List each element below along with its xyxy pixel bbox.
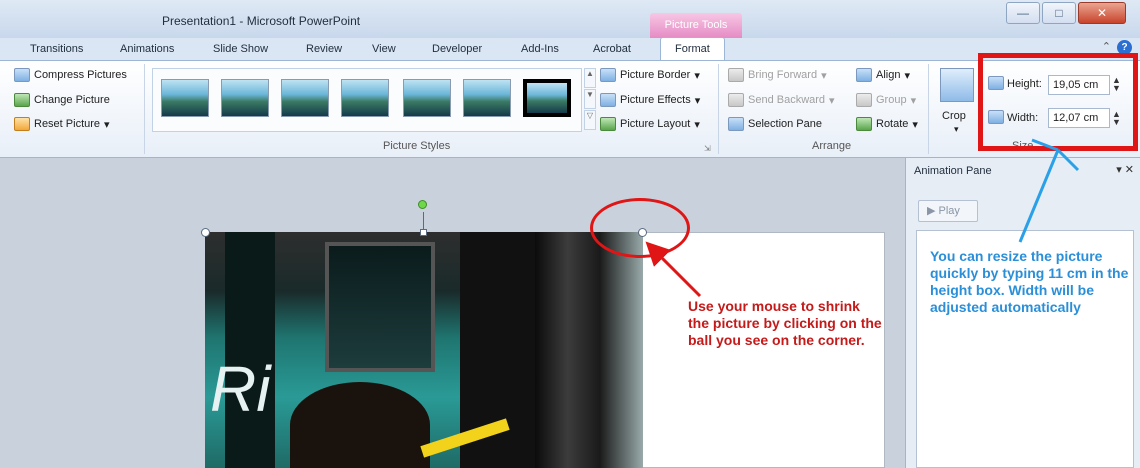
picture-layout-button[interactable]: Picture Layout ▾ bbox=[600, 117, 700, 131]
rotation-handle[interactable] bbox=[418, 200, 427, 209]
arrange-group-label: Arrange bbox=[812, 140, 852, 152]
tab-developer[interactable]: Developer bbox=[432, 38, 482, 60]
picture-style-4[interactable] bbox=[341, 79, 389, 117]
title-bar: Presentation1 - Microsoft PowerPoint Pic… bbox=[0, 0, 1140, 38]
picture-style-6[interactable] bbox=[463, 79, 511, 117]
rotate-icon bbox=[856, 117, 872, 131]
tab-add-ins[interactable]: Add-Ins bbox=[521, 38, 559, 60]
ribbon-tabs: Transitions Animations Slide Show Review… bbox=[0, 37, 1140, 61]
reset-picture-button[interactable]: Reset Picture ▾ bbox=[14, 117, 110, 131]
picture-style-5[interactable] bbox=[403, 79, 451, 117]
align-icon bbox=[856, 68, 872, 82]
maximize-button[interactable]: □ bbox=[1042, 2, 1076, 24]
rotate-button[interactable]: Rotate ▾ bbox=[856, 117, 918, 131]
tab-format[interactable]: Format bbox=[660, 37, 725, 61]
annotation-mouse-resize: Use your mouse to shrink the picture by … bbox=[688, 298, 882, 348]
send-backward-button[interactable]: Send Backward ▾ bbox=[728, 93, 835, 107]
gallery-down-icon[interactable]: ▼ bbox=[584, 89, 596, 109]
window-title: Presentation1 - Microsoft PowerPoint bbox=[162, 14, 361, 28]
align-button[interactable]: Align ▾ bbox=[856, 68, 910, 82]
tab-view[interactable]: View bbox=[372, 38, 396, 60]
compress-pictures-icon bbox=[14, 68, 30, 82]
picture-style-1[interactable] bbox=[161, 79, 209, 117]
tab-transitions[interactable]: Transitions bbox=[30, 38, 83, 60]
bus-mirror bbox=[535, 232, 643, 468]
selected-picture[interactable]: Ri bbox=[205, 232, 643, 468]
selection-pane-button[interactable]: Selection Pane bbox=[728, 117, 822, 131]
crop-button[interactable]: Crop bbox=[942, 110, 966, 122]
chevron-down-icon: ▾ bbox=[694, 94, 701, 107]
bring-forward-button[interactable]: Bring Forward ▾ bbox=[728, 68, 827, 82]
annotation-type-size: You can resize the picture quickly by ty… bbox=[930, 248, 1129, 315]
crop-icon[interactable] bbox=[940, 68, 974, 102]
selection-pane-icon bbox=[728, 117, 744, 131]
minimize-button[interactable]: — bbox=[1006, 2, 1040, 24]
gallery-up-icon[interactable]: ▲ bbox=[584, 68, 596, 88]
picture-style-7[interactable] bbox=[523, 79, 571, 117]
gallery-scroll: ▲ ▼ ▽ bbox=[584, 68, 596, 130]
picture-styles-gallery bbox=[152, 68, 582, 132]
tab-acrobat[interactable]: Acrobat bbox=[593, 38, 631, 60]
picture-tools-header: Picture Tools bbox=[650, 13, 742, 38]
chevron-down-icon: ▾ bbox=[694, 118, 700, 131]
group-button[interactable]: Group ▾ bbox=[856, 93, 916, 107]
window-controls: — □ ✕ bbox=[1006, 2, 1126, 24]
corner-highlight-circle bbox=[590, 198, 690, 258]
picture-style-3[interactable] bbox=[281, 79, 329, 117]
resize-handle-top-left[interactable] bbox=[201, 228, 210, 237]
ribbon-separator bbox=[144, 64, 145, 154]
picture-border-button[interactable]: Picture Border ▾ bbox=[600, 68, 700, 82]
ribbon-separator bbox=[928, 64, 929, 154]
resize-handle-top[interactable] bbox=[420, 229, 427, 236]
picture-effects-button[interactable]: Picture Effects ▾ bbox=[600, 93, 700, 107]
picture-border-icon bbox=[600, 68, 616, 82]
picture-style-2[interactable] bbox=[221, 79, 269, 117]
bus-window bbox=[325, 242, 435, 372]
change-picture-button[interactable]: Change Picture bbox=[14, 93, 110, 107]
bring-forward-icon bbox=[728, 68, 744, 82]
chevron-down-icon: ▾ bbox=[104, 118, 110, 131]
group-icon bbox=[856, 93, 872, 107]
play-button[interactable]: ▶ Play bbox=[918, 200, 978, 222]
crop-chevron-icon[interactable]: ▾ bbox=[954, 124, 959, 135]
reset-picture-icon bbox=[14, 117, 30, 131]
compress-pictures-button[interactable]: Compress Pictures bbox=[14, 68, 127, 82]
picture-effects-icon bbox=[600, 93, 616, 107]
bus-lettering: Ri bbox=[210, 353, 271, 425]
picture-layout-icon bbox=[600, 117, 616, 131]
tab-slide-show[interactable]: Slide Show bbox=[213, 38, 268, 60]
size-highlight-box bbox=[978, 53, 1138, 151]
change-picture-icon bbox=[14, 93, 30, 107]
close-button[interactable]: ✕ bbox=[1078, 2, 1126, 24]
gallery-more-icon[interactable]: ▽ bbox=[584, 110, 596, 130]
tab-review[interactable]: Review bbox=[306, 38, 342, 60]
picture-styles-group-label: Picture Styles bbox=[383, 140, 451, 152]
send-backward-icon bbox=[728, 93, 744, 107]
ribbon-separator bbox=[718, 64, 719, 154]
dialog-launcher-icon[interactable]: ⇲ bbox=[704, 144, 711, 153]
chevron-down-icon: ▾ bbox=[694, 69, 700, 82]
pane-close-icon[interactable]: ▾ ✕ bbox=[1116, 163, 1134, 176]
animation-pane-title: Animation Pane bbox=[914, 165, 992, 177]
tab-animations[interactable]: Animations bbox=[120, 38, 174, 60]
person-head bbox=[290, 382, 430, 468]
